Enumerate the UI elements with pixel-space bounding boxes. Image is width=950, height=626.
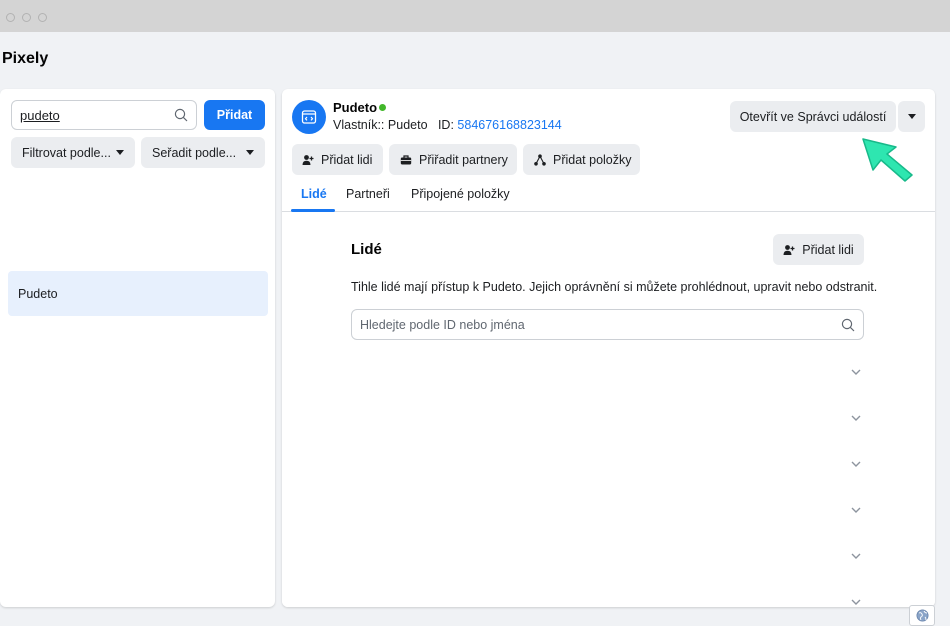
tab-connected-assets[interactable]: Připojené položky [411,187,510,201]
open-in-events-manager-button[interactable]: Otevřít ve Správci událostí [730,101,896,132]
chevron-down-icon[interactable] [850,550,862,562]
add-people-label: Přidat lidi [321,152,373,167]
pixel-id-label: ID: [437,118,454,132]
filter-dropdown[interactable]: Filtrovat podle... [11,137,135,168]
search-icon [841,318,855,332]
active-tab-indicator [291,209,335,212]
add-people-button[interactable]: Přidat lidi [292,144,383,175]
more-options-dropdown-button[interactable] [898,101,925,132]
owner-value: Pudeto [387,118,428,132]
add-people-secondary-button[interactable]: Přidat lidi [773,234,864,265]
detail-tabs: Lidé Partneři Připojené položky [282,181,935,212]
add-people-secondary-label: Přidat lidi [802,242,854,257]
add-assets-button[interactable]: Přidat položky [523,144,640,175]
globe-icon[interactable] [909,605,935,626]
owner-label: Vlastník:: [333,118,385,132]
people-section-title: Lidé [351,241,382,258]
page-title: Pixely [2,50,49,67]
assign-partners-label: Přiřadit partnery [419,152,508,167]
add-person-icon [783,244,795,256]
chevron-down-icon[interactable] [850,412,862,424]
people-content-area [282,213,935,607]
caret-down-icon [246,150,254,155]
people-search-input[interactable]: Hledejte podle ID nebo jména [351,309,864,340]
window-titlebar [0,0,950,32]
chevron-down-icon[interactable] [850,596,862,607]
briefcase-icon [400,154,412,166]
pixel-meta: Vlastník:: Pudeto ID: 584676168823144 [333,118,562,132]
pixel-list-panel: pudeto Přidat Filtrovat podle... Seřadit… [0,89,275,607]
pixel-name: Pudeto [333,100,378,115]
chevron-down-icon[interactable] [850,458,862,470]
add-pixel-button[interactable]: Přidat [204,100,265,130]
status-indicator [379,104,386,111]
pixel-detail-panel: Pudeto Vlastník:: Pudeto ID: 58467616882… [282,89,935,607]
mouse-pointer-icon [862,138,913,182]
pixel-id-link[interactable]: 584676168823144 [457,118,561,132]
pixel-search-input[interactable]: pudeto [11,100,197,130]
connected-nodes-icon [534,153,546,166]
window-zoom-control[interactable] [38,13,47,22]
add-assets-label: Přidat položky [553,152,632,167]
window-minimize-control[interactable] [22,13,31,22]
tab-partners[interactable]: Partneři [346,187,390,201]
assign-partners-button[interactable]: Přiřadit partnery [389,144,517,175]
filter-dropdown-label: Filtrovat podle... [22,145,111,160]
add-person-icon [302,154,314,166]
caret-down-icon [907,114,916,119]
search-icon [174,108,188,122]
chevron-down-icon[interactable] [850,366,862,378]
pixel-search-value: pudeto [20,108,60,123]
sort-dropdown[interactable]: Seřadit podle... [141,137,265,168]
caret-down-icon [116,150,124,155]
pixel-code-icon [292,100,326,134]
pixel-list-item[interactable]: Pudeto [8,271,268,316]
tab-people[interactable]: Lidé [301,187,327,201]
chevron-down-icon[interactable] [850,504,862,516]
people-search-placeholder: Hledejte podle ID nebo jména [360,318,525,332]
people-section-description: Tihle lidé mají přístup k Pudeto. Jejich… [351,280,878,294]
sort-dropdown-label: Seřadit podle... [152,145,237,160]
window-close-control[interactable] [6,13,15,22]
